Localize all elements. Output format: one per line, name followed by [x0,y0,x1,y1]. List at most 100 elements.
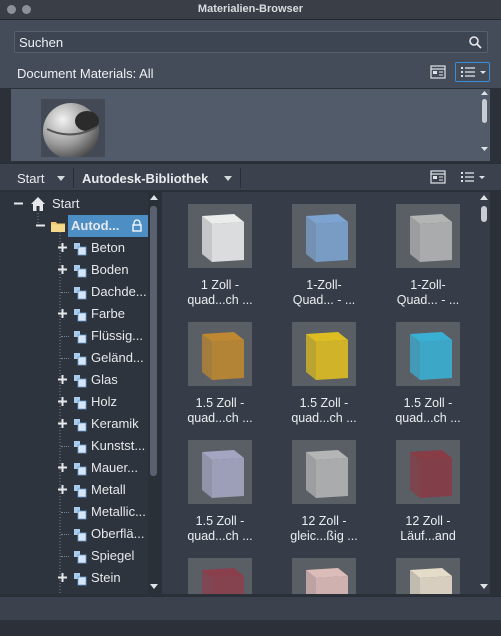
material-category-icon [74,463,87,476]
tree-item[interactable]: Oberflä... [0,523,148,545]
tree-item[interactable]: Farbe [0,303,148,325]
expand-icon[interactable] [57,374,68,385]
material-caption: 12 Zoll - gleic...ßig ... [274,514,374,544]
material-category-icon [74,529,87,542]
document-materials-label: Document Materials: All [17,66,154,81]
tree-connector [61,556,69,557]
tree-item-label: Autod... [71,218,120,233]
material-category-icon [74,485,87,498]
material-name-line1: 1.5 Zoll - [299,396,349,410]
material-name-line1: 1.5 Zoll - [195,396,245,410]
home-icon [31,197,45,211]
material-category-icon [74,287,87,300]
breadcrumb-divider [240,168,241,188]
material-tile[interactable]: 12 Zoll - Läuf...and [378,440,478,544]
search-icon[interactable] [468,35,482,49]
breadcrumb-library[interactable]: Autodesk-Bibliothek [82,171,208,186]
tree-item[interactable]: Geländ... [0,347,148,369]
tree-item[interactable]: Start [0,193,148,215]
collapse-icon[interactable] [13,198,24,209]
expand-icon[interactable] [57,242,68,253]
tree-item[interactable]: Flüssig... [0,325,148,347]
tree-item[interactable]: Metall [0,479,148,501]
tree-scrollbar-thumb[interactable] [150,206,157,476]
tree-item[interactable]: Keramik [0,413,148,435]
chevron-down-icon[interactable] [57,176,65,181]
material-caption: 1.5 Zoll - quad...ch ... [170,514,270,544]
material-grid-scrollbar[interactable] [478,192,490,594]
tree-item[interactable]: Autod... [0,215,148,237]
material-tile[interactable]: 1.5 Zoll - quad...ch ... [274,322,374,426]
material-category-icon [74,243,87,256]
tree-item-label: Mauer... [91,460,138,475]
material-tile[interactable]: 1 Zoll - quad...ch ... [170,204,270,308]
expand-icon[interactable] [57,264,68,275]
tree-item-label: Glas [91,372,118,387]
window-title: Materialien-Browser [197,3,304,15]
library-view-options-icon[interactable] [430,169,446,185]
expand-icon[interactable] [57,418,68,429]
material-name-line1: 1 Zoll - [200,278,240,292]
document-panel-scrollbar[interactable] [479,89,490,161]
material-tile[interactable] [378,558,478,594]
material-thumbnail [188,204,252,268]
material-tile[interactable] [274,558,374,594]
material-tile[interactable]: 1.5 Zoll - quad...ch ... [170,440,270,544]
material-name-line2: quad...ch ... [187,529,253,543]
material-thumbnail [188,440,252,504]
list-view-dropdown[interactable] [455,62,490,82]
tree-item-label: Stein [91,570,121,585]
material-tile[interactable]: 12 Zoll - gleic...ßig ... [274,440,374,544]
material-category-icon [74,397,87,410]
tree-item[interactable]: Mauer... [0,457,148,479]
tree-item[interactable]: Dachde... [0,281,148,303]
tree-item[interactable]: Beton [0,237,148,259]
tree-item[interactable]: Metallic... [0,501,148,523]
material-tile[interactable]: 1.5 Zoll - quad...ch ... [378,322,478,426]
chevron-down-icon[interactable] [224,176,232,181]
tree-item[interactable]: Holz [0,391,148,413]
tree-scrollbar[interactable] [148,192,160,594]
material-tile[interactable]: 1.5 Zoll - quad...ch ... [170,322,270,426]
tree-item-label: Spiegel [91,548,135,563]
material-name-line2: quad...ch ... [187,293,253,307]
tree-item-label: Metallic... [91,504,146,519]
expand-icon[interactable] [57,462,68,473]
tree-item[interactable]: Stein [0,567,148,589]
material-name-line2: Quad... - ... [292,293,356,307]
material-caption: 1.5 Zoll - quad...ch ... [274,396,374,426]
search-input[interactable]: Suchen [14,31,488,53]
document-material-thumbnail[interactable] [41,99,105,157]
material-category-icon [74,331,87,344]
tree-item[interactable]: Kunstst... [0,435,148,457]
material-caption: 12 Zoll - Läuf...and [378,514,478,544]
document-materials-panel [11,89,490,161]
search-placeholder: Suchen [19,35,64,50]
tree-item[interactable]: Spiegel [0,545,148,567]
lock-icon [132,219,142,232]
library-list-view-icon[interactable] [458,169,490,185]
expand-icon[interactable] [57,396,68,407]
tree-item[interactable]: Boden [0,259,148,281]
material-name-line1: 12 Zoll - [405,514,451,528]
material-name-line2: quad...ch ... [187,411,253,425]
material-grid: 1 Zoll - quad...ch ... 1-Zoll- Quad... - ..… [162,192,490,594]
view-options-icon [430,65,446,79]
expand-icon[interactable] [57,572,68,583]
view-options-button[interactable] [428,62,448,82]
material-category-icon [74,375,87,388]
material-tile[interactable]: 1-Zoll- Quad... - ... [274,204,374,308]
material-caption: 1-Zoll- Quad... - ... [378,278,478,308]
window-bottom-edge [0,620,501,636]
material-tile[interactable] [170,558,270,594]
material-name-line2: Quad... - ... [396,293,460,307]
tree-item-label: Keramik [91,416,139,431]
expand-icon[interactable] [57,484,68,495]
tree-item[interactable]: Glas [0,369,148,391]
material-tile[interactable]: 1-Zoll- Quad... - ... [378,204,478,308]
collapse-icon[interactable] [35,220,46,231]
breadcrumb-start[interactable]: Start [17,171,44,186]
expand-icon[interactable] [57,308,68,319]
material-thumbnail [188,558,252,594]
material-name-line2: quad...ch ... [395,411,461,425]
